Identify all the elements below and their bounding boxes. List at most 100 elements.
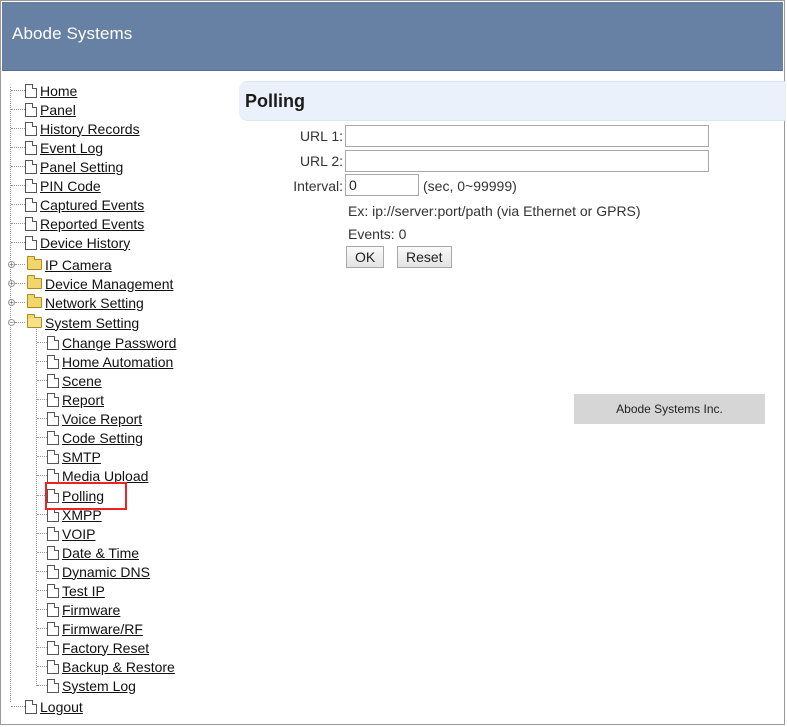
tree-link-test-ip[interactable]: Test IP <box>62 583 105 599</box>
tree-link-system-setting[interactable]: System Setting <box>45 315 139 331</box>
tree-link-pin-code[interactable]: PIN Code <box>40 178 101 194</box>
tree-item-test-ip[interactable]: Test IP <box>37 581 105 600</box>
tree-link-home[interactable]: Home <box>40 83 77 99</box>
tree-link-voip[interactable]: VOIP <box>62 526 95 542</box>
tree-item-history-records[interactable]: History Records <box>11 119 140 138</box>
page-icon <box>47 564 59 579</box>
url-example-text: Ex: ip://server:port/path (via Ethernet … <box>348 203 641 219</box>
company-footer: Abode Systems Inc. <box>574 394 765 424</box>
page-icon <box>25 83 37 98</box>
page-icon <box>25 235 37 250</box>
app-header: Abode Systems <box>2 2 783 71</box>
tree-link-device-history[interactable]: Device History <box>40 235 130 251</box>
tree-link-dynamic-dns[interactable]: Dynamic DNS <box>62 564 150 580</box>
selected-item-highlight <box>45 482 127 510</box>
collapse-minus-icon[interactable]: − <box>8 319 15 327</box>
tree-link-event-log[interactable]: Event Log <box>40 140 103 156</box>
tree-link-voice-report[interactable]: Voice Report <box>62 411 142 427</box>
tree-link-device-management[interactable]: Device Management <box>45 276 173 292</box>
tree-item-dynamic-dns[interactable]: Dynamic DNS <box>37 562 150 581</box>
tree-link-scene[interactable]: Scene <box>62 373 102 389</box>
tree-folder-ip-camera[interactable]: + IP Camera <box>8 255 112 274</box>
tree-link-factory-reset[interactable]: Factory Reset <box>62 640 149 656</box>
tree-link-firmware-rf[interactable]: Firmware/RF <box>62 621 143 637</box>
tree-item-report[interactable]: Report <box>37 390 104 409</box>
tree-folder-system-setting[interactable]: − System Setting <box>8 313 139 332</box>
url1-label: URL 1: <box>299 128 343 144</box>
page-icon <box>25 140 37 155</box>
url1-input[interactable] <box>345 125 709 147</box>
tree-link-logout[interactable]: Logout <box>40 699 83 715</box>
tree-link-network-setting[interactable]: Network Setting <box>45 295 144 311</box>
tree-item-event-log[interactable]: Event Log <box>11 138 103 157</box>
tree-item-voice-report[interactable]: Voice Report <box>37 409 142 428</box>
tree-link-change-password[interactable]: Change Password <box>62 335 176 351</box>
page-icon <box>47 468 59 483</box>
page-title-bar: Polling <box>239 81 786 121</box>
tree-item-voip[interactable]: VOIP <box>37 524 95 543</box>
company-name: Abode Systems Inc. <box>616 402 723 416</box>
page-icon <box>47 678 59 693</box>
reset-button[interactable]: Reset <box>397 246 452 268</box>
page-icon <box>25 102 37 117</box>
tree-item-captured-events[interactable]: Captured Events <box>11 195 144 214</box>
tree-item-backup-restore[interactable]: Backup & Restore <box>37 657 175 676</box>
folder-icon <box>27 275 42 289</box>
tree-link-code-setting[interactable]: Code Setting <box>62 430 143 446</box>
tree-link-home-automation[interactable]: Home Automation <box>62 354 173 370</box>
tree-link-date-time[interactable]: Date & Time <box>62 545 139 561</box>
browser-frame: Abode Systems Home Panel History Records… <box>0 0 786 725</box>
tree-item-pin-code[interactable]: PIN Code <box>11 176 101 195</box>
page-icon <box>25 197 37 212</box>
tree-item-home-automation[interactable]: Home Automation <box>37 352 173 371</box>
page-icon <box>47 430 59 445</box>
tree-item-system-log[interactable]: System Log <box>37 676 136 695</box>
folder-open-icon <box>27 314 42 328</box>
expand-plus-icon[interactable]: + <box>8 299 15 307</box>
tree-link-ip-camera[interactable]: IP Camera <box>45 257 112 273</box>
url2-input[interactable] <box>345 150 709 172</box>
tree-link-report[interactable]: Report <box>62 392 104 408</box>
expand-plus-icon[interactable]: + <box>8 280 15 288</box>
tree-link-firmware[interactable]: Firmware <box>62 602 120 618</box>
tree-folder-device-management[interactable]: + Device Management <box>8 274 173 293</box>
interval-input[interactable] <box>345 174 419 196</box>
tree-link-reported-events[interactable]: Reported Events <box>40 216 144 232</box>
page-icon <box>47 640 59 655</box>
tree-link-history-records[interactable]: History Records <box>40 121 140 137</box>
page-title: Polling <box>245 91 305 111</box>
interval-range-hint: (sec, 0~99999) <box>423 178 517 194</box>
page-icon <box>47 583 59 598</box>
page-icon <box>25 159 37 174</box>
tree-link-panel[interactable]: Panel <box>40 102 76 118</box>
tree-item-home[interactable]: Home <box>11 81 77 100</box>
events-text: Events: 0 <box>348 226 407 242</box>
tree-item-firmware-rf[interactable]: Firmware/RF <box>37 619 143 638</box>
page-icon <box>47 526 59 541</box>
page-icon <box>25 121 37 136</box>
tree-item-scene[interactable]: Scene <box>37 371 102 390</box>
tree-item-device-history[interactable]: Device History <box>11 233 130 252</box>
tree-link-captured-events[interactable]: Captured Events <box>40 197 144 213</box>
tree-folder-network-setting[interactable]: + Network Setting <box>8 293 144 312</box>
expand-plus-icon[interactable]: + <box>8 261 15 269</box>
tree-item-firmware[interactable]: Firmware <box>37 600 120 619</box>
tree-link-panel-setting[interactable]: Panel Setting <box>40 159 123 175</box>
ok-button[interactable]: OK <box>346 246 385 268</box>
tree-link-smtp[interactable]: SMTP <box>62 449 101 465</box>
tree-item-smtp[interactable]: SMTP <box>37 447 101 466</box>
tree-item-factory-reset[interactable]: Factory Reset <box>37 638 149 657</box>
tree-item-change-password[interactable]: Change Password <box>37 333 176 352</box>
page-icon <box>25 178 37 193</box>
tree-item-panel-setting[interactable]: Panel Setting <box>11 157 123 176</box>
tree-link-backup-restore[interactable]: Backup & Restore <box>62 659 175 675</box>
folder-icon <box>27 256 42 270</box>
tree-item-reported-events[interactable]: Reported Events <box>11 214 144 233</box>
tree-item-date-time[interactable]: Date & Time <box>37 543 139 562</box>
brand-title: Abode Systems <box>12 24 133 43</box>
tree-item-code-setting[interactable]: Code Setting <box>37 428 143 447</box>
tree-item-panel[interactable]: Panel <box>11 100 76 119</box>
tree-item-logout[interactable]: Logout <box>11 697 83 716</box>
page-icon <box>47 411 59 426</box>
tree-link-system-log[interactable]: System Log <box>62 678 136 694</box>
